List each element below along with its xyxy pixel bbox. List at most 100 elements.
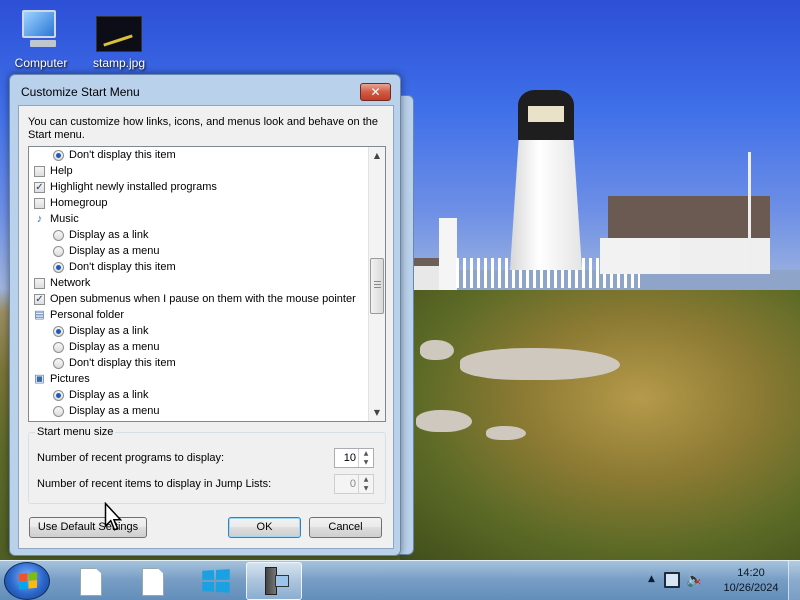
dialog-titlebar[interactable]: Customize Start Menu ✕ xyxy=(10,75,400,105)
radio-unselected[interactable] xyxy=(53,246,64,257)
wallpaper-roof xyxy=(608,196,770,238)
radio-option[interactable]: Display as a menu xyxy=(29,403,369,419)
start-button[interactable] xyxy=(4,562,50,600)
recent-programs-label: Number of recent programs to display: xyxy=(37,452,225,464)
spin-up-icon[interactable]: ▲ xyxy=(359,475,373,484)
checkbox-unchecked[interactable] xyxy=(34,198,45,209)
spin-down-icon[interactable]: ▼ xyxy=(359,484,373,493)
radio-unselected[interactable] xyxy=(53,342,64,353)
checkbox-option[interactable]: Homegroup xyxy=(29,195,369,211)
wallpaper-flagpole xyxy=(748,152,751,272)
wallpaper-rock xyxy=(460,348,620,380)
network-icon[interactable] xyxy=(664,572,680,588)
radio-option[interactable]: Display as a link xyxy=(29,323,369,339)
wallpaper-lighthouse xyxy=(510,140,582,270)
option-label: Don't display this item xyxy=(69,149,176,161)
option-label: Display as a link xyxy=(69,325,149,337)
wallpaper-rock xyxy=(486,426,526,440)
checkbox-unchecked[interactable] xyxy=(34,278,45,289)
desktop-icon-label: Computer xyxy=(14,56,68,70)
wallpaper-white-post xyxy=(439,218,457,290)
recent-items-value: 0 xyxy=(349,478,356,490)
taskbar-button-server-manager[interactable] xyxy=(246,562,302,600)
taskbar-button-windows[interactable] xyxy=(186,562,242,600)
scroll-down-arrow-icon[interactable]: ▼ xyxy=(369,404,385,421)
recent-programs-stepper[interactable]: 10 ▲ ▼ xyxy=(334,448,374,468)
radio-option[interactable]: Display as a link xyxy=(29,227,369,243)
scroll-up-arrow-icon[interactable]: ▲ xyxy=(369,147,385,164)
checkbox-unchecked[interactable] xyxy=(34,166,45,177)
desktop-icon-label: stamp.jpg xyxy=(92,56,146,70)
recent-items-stepper[interactable]: 0 ▲ ▼ xyxy=(334,474,374,494)
windows-flag-icon xyxy=(19,572,37,590)
start-menu-options-list[interactable]: Don't display this item Help ✓ Highlight ne… xyxy=(28,146,386,422)
wallpaper-house-annex xyxy=(600,238,680,274)
taskbar-button-document-2[interactable] xyxy=(124,562,180,600)
option-label: Homegroup xyxy=(50,197,108,209)
ok-button[interactable]: OK xyxy=(228,517,301,538)
option-label: Display as a menu xyxy=(69,245,160,257)
option-label: Personal folder xyxy=(50,309,124,321)
clock[interactable]: 14:20 10/26/2024 xyxy=(716,566,786,596)
dialog-client-area: You can customize how links, icons, and … xyxy=(18,105,394,549)
desktop-icon-computer[interactable]: Computer xyxy=(8,10,74,70)
radio-selected[interactable] xyxy=(53,150,64,161)
desktop-icon-stamp[interactable]: stamp.jpg xyxy=(86,10,152,70)
checkbox-option[interactable]: Network xyxy=(29,275,369,291)
radio-option[interactable]: Don't display this item xyxy=(29,355,369,371)
taskbar: ▲ 🔈 ✕ 14:20 10/26/2024 xyxy=(0,560,800,600)
document-icon xyxy=(142,568,164,596)
radio-option[interactable]: Display as a link xyxy=(29,387,369,403)
cancel-button[interactable]: Cancel xyxy=(309,517,382,538)
show-hidden-icons-icon[interactable]: ▲ xyxy=(648,574,655,584)
checkbox-option[interactable]: Help xyxy=(29,163,369,179)
option-label: Network xyxy=(50,277,91,289)
spin-down-icon[interactable]: ▼ xyxy=(359,458,373,467)
mouse-pointer-icon xyxy=(104,502,122,531)
radio-unselected[interactable] xyxy=(53,230,64,241)
option-label: Don't display this item xyxy=(69,261,176,273)
taskbar-button-document-1[interactable] xyxy=(62,562,118,600)
radio-selected[interactable] xyxy=(53,262,64,273)
checkbox-checked[interactable]: ✓ xyxy=(34,182,45,193)
use-default-settings-button[interactable]: Use Default Settings xyxy=(29,517,147,538)
show-desktop-button[interactable] xyxy=(788,561,800,600)
option-label: Open submenus when I pause on them with … xyxy=(50,293,356,305)
radio-option[interactable]: Display as a menu xyxy=(29,339,369,355)
close-button[interactable]: ✕ xyxy=(360,83,391,101)
radio-unselected[interactable] xyxy=(53,406,64,417)
vertical-scrollbar[interactable]: ▲ ▼ xyxy=(368,147,385,421)
recent-items-label: Number of recent items to display in Jum… xyxy=(37,478,272,490)
clock-time: 14:20 xyxy=(737,567,765,579)
radio-unselected[interactable] xyxy=(53,358,64,369)
option-label: Highlight newly installed programs xyxy=(50,181,217,193)
wallpaper-rock xyxy=(420,340,454,360)
radio-option[interactable]: Don't display this item xyxy=(29,147,369,163)
computer-icon xyxy=(18,10,64,52)
option-label: Help xyxy=(50,165,73,177)
server-manager-icon xyxy=(261,567,291,597)
radio-selected[interactable] xyxy=(53,326,64,337)
radio-option[interactable]: Don't display this item xyxy=(29,259,369,275)
volume-muted-icon[interactable]: 🔈 ✕ xyxy=(686,572,703,588)
checkbox-option[interactable]: ✓ Open submenus when I pause on them with… xyxy=(29,291,369,307)
dialog-description: You can customize how links, icons, and … xyxy=(28,116,378,141)
music-note-icon: ♪ xyxy=(36,213,43,225)
option-label: Pictures xyxy=(50,373,90,385)
checkbox-checked[interactable]: ✓ xyxy=(34,294,45,305)
option-label: Display as a link xyxy=(69,229,149,241)
group-label: Start menu size xyxy=(35,426,116,438)
dialog-title: Customize Start Menu xyxy=(21,85,140,99)
document-icon xyxy=(80,568,102,596)
checkbox-option[interactable]: ✓ Highlight newly installed programs xyxy=(29,179,369,195)
option-label: Music xyxy=(50,213,79,225)
option-label: Display as a menu xyxy=(69,341,160,353)
spin-up-icon[interactable]: ▲ xyxy=(359,449,373,458)
wallpaper-rock xyxy=(416,410,472,432)
image-file-icon xyxy=(96,16,142,52)
radio-selected[interactable] xyxy=(53,390,64,401)
option-label: Don't display this item xyxy=(69,357,176,369)
scrollbar-thumb[interactable] xyxy=(370,258,384,314)
user-folder-icon: ▤ xyxy=(34,309,45,321)
radio-option[interactable]: Display as a menu xyxy=(29,243,369,259)
